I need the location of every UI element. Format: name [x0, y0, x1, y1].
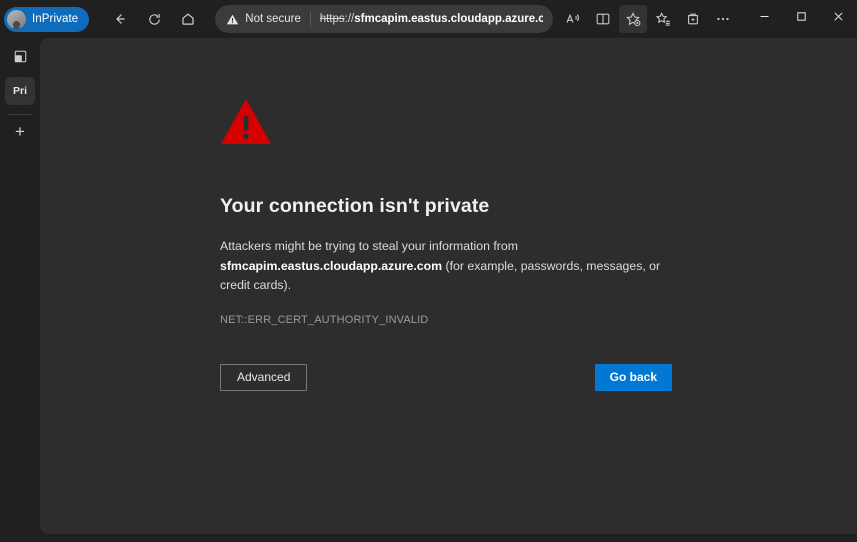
red-warning-triangle-icon: [221, 99, 271, 144]
error-actions: Advanced Go back: [220, 363, 672, 391]
certificate-error-page: Your connection isn't private Attackers …: [220, 96, 680, 391]
close-button[interactable]: [820, 0, 857, 32]
inprivate-profile-pill[interactable]: InPrivate: [4, 6, 90, 32]
address-divider: [309, 11, 311, 27]
sidebar-divider: [8, 114, 32, 115]
sidebar-tab-label: Pri: [12, 85, 27, 97]
warning-triangle-icon: [227, 14, 239, 24]
address-bar[interactable]: Not secure https://sfmcapim.eastus.cloud…: [215, 5, 554, 33]
browser-titlebar: InPrivate Not secure https://sfmcapim.ea…: [0, 0, 857, 38]
navigation-buttons: [105, 4, 203, 34]
collections-icon[interactable]: [679, 5, 707, 33]
minimize-button[interactable]: [746, 0, 783, 32]
url-scheme: https: [319, 13, 345, 25]
new-tab-button[interactable]: +: [6, 119, 34, 145]
add-favorite-icon[interactable]: [619, 5, 648, 33]
security-status[interactable]: Not secure: [226, 13, 301, 26]
error-host: sfmcapim.eastus.cloudapp.azure.com: [220, 258, 443, 273]
error-description-prefix: Attackers might be trying to steal your …: [220, 239, 518, 253]
favorites-icon[interactable]: [649, 5, 677, 33]
browser-toolbar: [559, 5, 737, 33]
page-title: Your connection isn't private: [220, 195, 490, 217]
inprivate-label: InPrivate: [32, 13, 79, 25]
error-code: NET::ERR_CERT_AUTHORITY_INVALID: [220, 313, 429, 326]
url-text: https://sfmcapim.eastus.cloudapp.azure.c…: [320, 13, 544, 25]
window-controls: [746, 0, 857, 32]
settings-more-icon[interactable]: [709, 5, 737, 33]
url-separator: ://: [344, 13, 355, 25]
back-button[interactable]: [105, 4, 135, 34]
advanced-button[interactable]: Advanced: [220, 363, 308, 391]
refresh-button[interactable]: [139, 4, 169, 34]
split-screen-icon[interactable]: [589, 5, 617, 33]
tab-actions-icon[interactable]: [6, 43, 34, 69]
home-button[interactable]: [173, 4, 203, 34]
account-avatar-icon: [7, 9, 26, 29]
error-description: Attackers might be trying to steal your …: [220, 237, 672, 296]
go-back-button[interactable]: Go back: [594, 363, 672, 391]
sidebar-tab-inprivate[interactable]: Pri: [5, 77, 35, 105]
security-label: Not secure: [245, 13, 301, 25]
maximize-button[interactable]: [783, 0, 820, 32]
url-host: sfmcapim.eastus.cloudapp.azure.com: [354, 13, 544, 25]
read-aloud-icon[interactable]: [559, 5, 587, 33]
page-content-area: Your connection isn't private Attackers …: [40, 38, 857, 534]
vertical-tab-sidebar: Pri +: [0, 38, 40, 542]
